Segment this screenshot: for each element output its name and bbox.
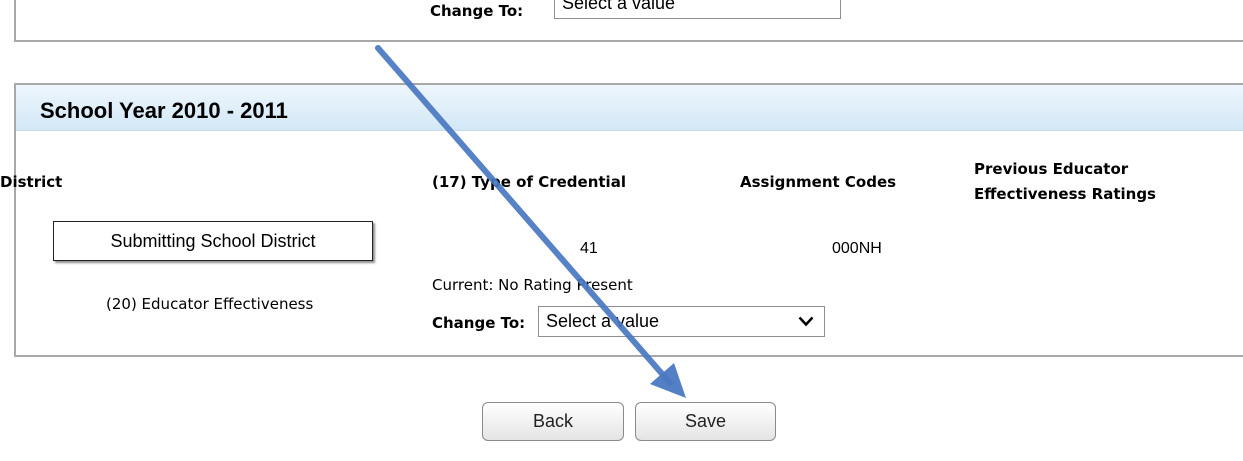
previous-year-panel: Change To: Select a value — [14, 0, 1243, 42]
change-to-select[interactable]: Select a value — [538, 306, 825, 337]
submitting-district-button[interactable]: Submitting School District — [53, 221, 373, 261]
school-year-title: School Year 2010 - 2011 — [40, 98, 288, 123]
district-column-header: District — [0, 173, 63, 191]
change-to-select-top[interactable]: Select a value — [554, 0, 841, 19]
educator-effectiveness-label: (20) Educator Effectiveness — [106, 295, 314, 313]
credential-column-header: (17) Type of Credential — [432, 173, 626, 191]
change-to-label: Change To: — [432, 314, 526, 332]
previous-ratings-header-line1: Previous Educator — [974, 160, 1129, 178]
credential-value: 41 — [580, 240, 598, 257]
previous-ratings-header-line2: Effectiveness Ratings — [974, 185, 1156, 203]
assignment-value: 000NH — [832, 240, 882, 257]
change-to-label: Change To: — [430, 2, 524, 20]
current-rating-text: Current: No Rating Present — [432, 276, 633, 294]
chevron-down-icon — [798, 316, 814, 327]
select-value: Select a value — [562, 0, 676, 13]
back-button[interactable]: Back — [482, 402, 624, 441]
save-button[interactable]: Save — [635, 402, 776, 441]
select-value: Select a value — [546, 311, 660, 331]
assignment-column-header: Assignment Codes — [740, 173, 897, 191]
school-year-header: School Year 2010 - 2011 — [16, 85, 1243, 131]
